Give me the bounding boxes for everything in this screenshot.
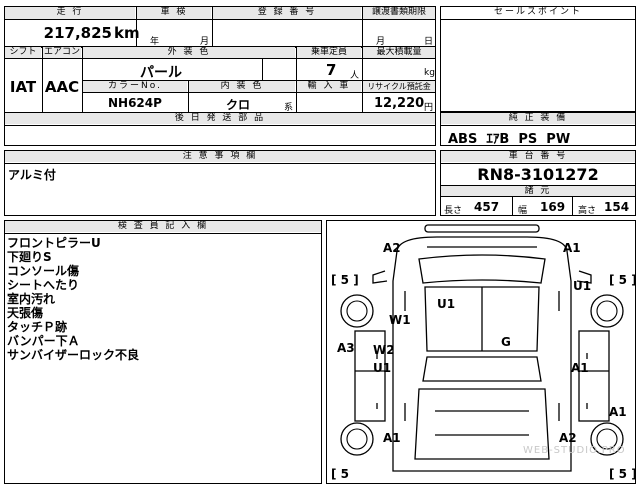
mark-a2-top: A2	[383, 241, 401, 255]
width-value: 169	[540, 200, 566, 214]
chassis-value: RN8-3101272	[477, 165, 599, 184]
max-load-header: 最大積載量	[363, 47, 435, 58]
mark-bracket-left-top: [ 5 ]	[331, 273, 359, 287]
mark-a2-bottom-right: A2	[559, 431, 577, 445]
capacity-unit: 人	[350, 71, 360, 81]
capacity-value: 7	[326, 61, 337, 79]
mark-u1-roof: U1	[437, 297, 456, 311]
car-body-outline	[392, 236, 572, 472]
chassis-header: 車 台 番 号	[441, 151, 635, 162]
recycle-header: リサイクル預託金	[363, 81, 435, 92]
registration-header: 登 録 番 号	[213, 7, 361, 19]
inspector-line: 天張傷	[7, 306, 44, 320]
inspector-line: バンパー下Ａ	[7, 334, 80, 348]
inspector-header: 検 査 員 記 入 欄	[5, 221, 321, 232]
inspector-line: サンバイザーロック不良	[7, 348, 140, 362]
mark-a1-right-mid: A1	[571, 361, 589, 375]
notes-header: 注 意 事 項 欄	[5, 151, 435, 162]
equipment-header: 純 正 装 備	[441, 113, 635, 124]
inspector-line: タッチＰ跡	[7, 320, 68, 334]
inspector-line: フロントピラーU	[7, 236, 101, 250]
inspector-line: 下廻りS	[7, 250, 52, 264]
mark-bracket-right-bottom: [ 5 ]	[609, 467, 636, 481]
exterior-color-value: パール	[140, 65, 182, 81]
aircon-value: AAC	[44, 78, 80, 96]
mark-w2: W2	[373, 343, 395, 357]
capacity-header: 乗車定員	[297, 47, 361, 58]
diagram-frame: A2 A1 [ 5 ] [ 5 ] U1 U1 W1 G A3 W2 U1 A1…	[326, 220, 636, 484]
inspection-header: 車 検	[137, 7, 211, 19]
import-header: 輸 入 車	[297, 81, 361, 92]
mileage-header: 走 行	[5, 7, 135, 19]
height-value: 154	[604, 200, 630, 214]
sales-point-frame	[440, 6, 636, 112]
inspector-line: コンソール傷	[7, 264, 80, 278]
later-docs-header: 後 日 発 送 部 品	[5, 113, 435, 124]
mileage-unit: km	[114, 24, 140, 42]
sales-point-header: セールスポイント	[441, 7, 635, 18]
mark-a1-right-low: A1	[609, 405, 627, 419]
equipment-value: ABS ｴｱB PS PW	[448, 132, 571, 147]
inspector-line: 室内汚れ	[7, 292, 56, 306]
mark-a1-bottom-left: A1	[383, 431, 401, 445]
mileage-value: 217,825	[43, 24, 112, 42]
mark-u1-right: U1	[573, 279, 592, 293]
recycle-value: 12,220	[374, 96, 425, 111]
watermark: WEB-STUDIO.PRO	[523, 445, 626, 456]
mark-u1-left: U1	[373, 361, 392, 375]
interior-color-header: 内 装 色	[189, 81, 295, 92]
aircon-header: エアコン	[43, 47, 81, 58]
mirror-left	[372, 270, 388, 284]
mark-bracket-right-top: [ 5 ]	[609, 273, 636, 287]
notes-value: アルミ付	[8, 168, 56, 182]
mark-a3: A3	[337, 341, 355, 355]
front-bumper	[424, 224, 540, 233]
height-label: 高さ	[578, 206, 597, 216]
transfer-deadline-header: 譲渡書類期限	[363, 7, 435, 19]
mark-bracket-left-bottom: [ 5	[331, 467, 350, 481]
max-load-unit: kg	[424, 68, 435, 78]
specs-header: 諸 元	[441, 186, 635, 196]
color-no-header: カラーNo.	[83, 81, 187, 92]
mark-g: G	[501, 335, 511, 349]
shift-value: IAT	[9, 78, 37, 96]
length-value: 457	[474, 200, 500, 214]
inspector-line: シートへたり	[7, 278, 80, 292]
inspector-notes: フロントピラーU 下廻りS コンソール傷 シートへたり 室内汚れ 天張傷 タッチ…	[7, 236, 139, 362]
mark-a1-top: A1	[563, 241, 581, 255]
length-label: 長さ	[444, 206, 463, 216]
interior-color-value: クロ	[226, 98, 251, 112]
rear-window	[422, 356, 542, 382]
right-door	[578, 330, 610, 422]
color-no-value: NH624P	[108, 96, 162, 110]
exterior-color-header: 外 装 色	[83, 47, 295, 58]
width-label: 幅	[518, 206, 528, 216]
windshield	[418, 254, 546, 284]
mark-w1: W1	[389, 313, 411, 327]
shift-header: シフト	[5, 47, 41, 58]
